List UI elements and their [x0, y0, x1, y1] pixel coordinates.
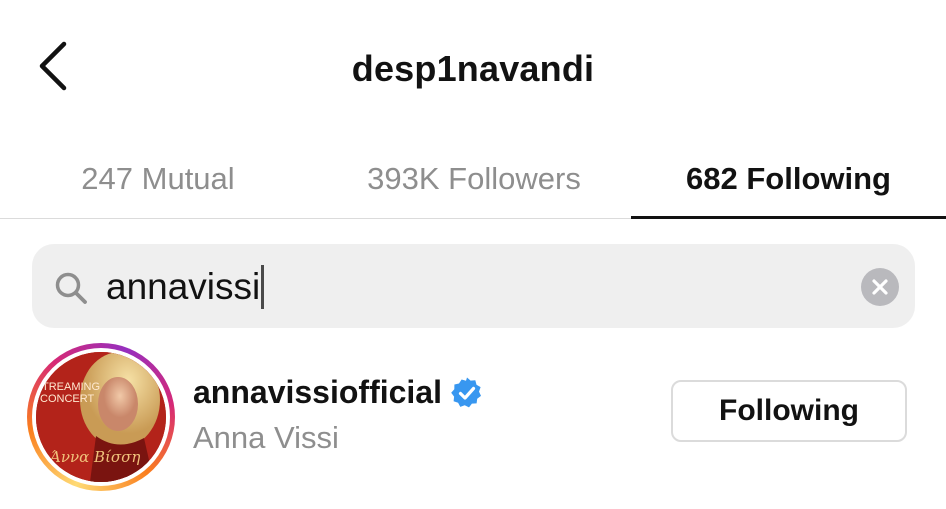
username: annavissiofficial — [193, 374, 442, 410]
tab-followers[interactable]: 393K Followers — [316, 140, 632, 218]
following-button[interactable]: Following — [671, 380, 907, 442]
full-name: Anna Vissi — [193, 420, 339, 455]
avatar: TREAMING CONCERT Άννα Βίσση — [36, 352, 166, 482]
avatar-text-line1: TREAMING — [42, 381, 100, 393]
clear-search-button[interactable] — [861, 268, 899, 306]
list-item[interactable]: TREAMING CONCERT Άννα Βίσση annavissioff… — [0, 340, 946, 495]
search-input[interactable]: annavissi — [32, 244, 915, 328]
avatar-artwork: TREAMING CONCERT Άννα Βίσση — [36, 352, 166, 482]
tab-bar: 247 Mutual 393K Followers 682 Following — [0, 140, 946, 219]
active-tab-indicator — [631, 216, 946, 219]
search-query: annavissi — [106, 265, 265, 309]
avatar-text-line2: CONCERT — [40, 393, 94, 405]
story-ring[interactable]: TREAMING CONCERT Άννα Βίσση — [27, 343, 175, 491]
search-icon — [55, 272, 87, 304]
page-title: desp1navandi — [351, 48, 595, 89]
avatar-ring-gap: TREAMING CONCERT Άννα Βίσση — [32, 348, 170, 486]
search-value: annavissi — [106, 266, 261, 307]
tab-following[interactable]: 682 Following — [631, 140, 946, 218]
tab-mutual[interactable]: 247 Mutual — [0, 140, 316, 218]
verified-badge-icon — [451, 377, 481, 407]
avatar-signature: Άννα Βίσση — [48, 448, 140, 466]
text-caret — [261, 265, 265, 309]
clear-circle-icon — [872, 279, 888, 295]
username-line: annavissiofficial — [193, 374, 484, 411]
following-list-screen: desp1navandi 247 Mutual 393K Followers 6… — [0, 0, 946, 509]
